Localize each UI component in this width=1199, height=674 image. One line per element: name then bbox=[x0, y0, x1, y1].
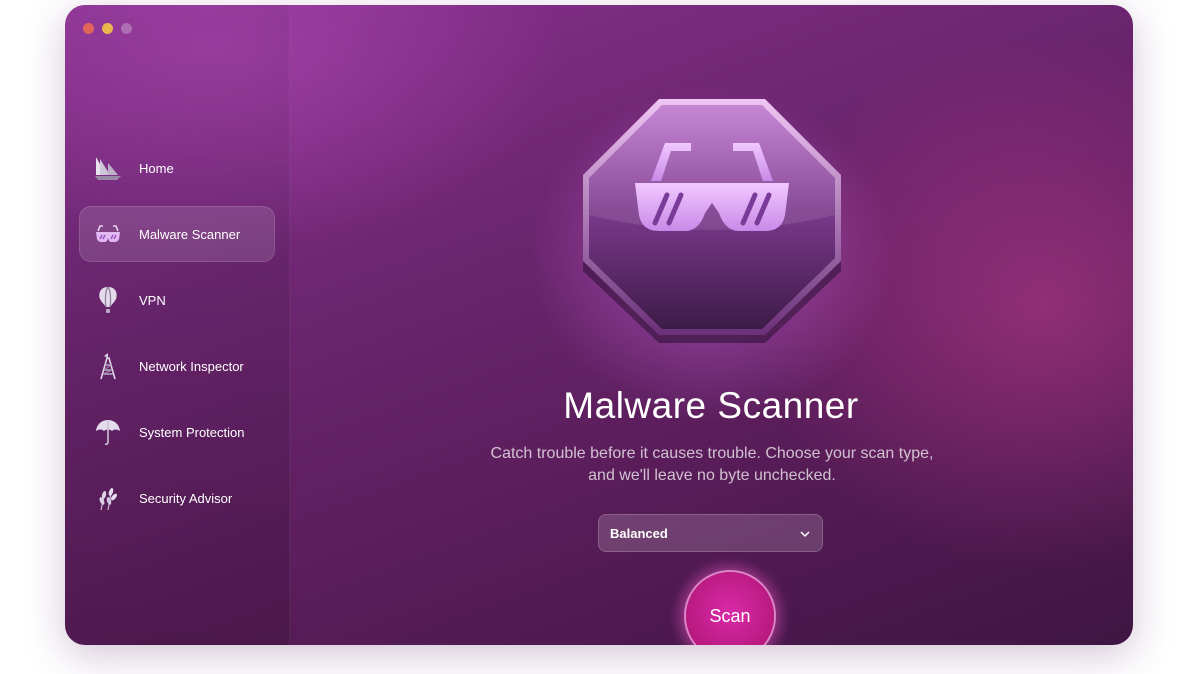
sidebar-item-system-protection[interactable]: System Protection bbox=[79, 404, 275, 460]
sidebar-item-label: VPN bbox=[139, 292, 166, 308]
sidebar-item-network-inspector[interactable]: Network Inspector bbox=[79, 338, 275, 394]
subtitle-line-2: and we'll leave no byte unchecked. bbox=[588, 467, 836, 484]
scan-type-dropdown[interactable]: Balanced bbox=[598, 514, 823, 552]
balloon-icon bbox=[93, 285, 123, 315]
subtitle-line-1: Catch trouble before it causes trouble. … bbox=[490, 445, 934, 462]
sidebar-item-vpn[interactable]: VPN bbox=[79, 272, 275, 328]
sunglasses-badge-icon bbox=[583, 99, 841, 343]
network-tower-icon bbox=[93, 351, 123, 381]
sidebar-item-malware-scanner[interactable]: Malware Scanner bbox=[79, 206, 275, 262]
sidebar-item-label: Security Advisor bbox=[139, 490, 233, 506]
scan-type-selected: Balanced bbox=[610, 525, 668, 541]
sidebar-item-security-advisor[interactable]: Security Advisor bbox=[79, 470, 275, 526]
page-title: Malware Scanner bbox=[563, 385, 859, 426]
wheat-icon bbox=[93, 483, 123, 513]
sidebar-item-home[interactable]: Home bbox=[79, 140, 275, 196]
sunglasses-icon bbox=[93, 219, 123, 249]
home-sails-icon bbox=[93, 153, 123, 183]
umbrella-icon bbox=[93, 417, 123, 447]
sidebar-item-label: Malware Scanner bbox=[139, 226, 241, 242]
app-window: Home Malware Scanner VPN Network Inspect… bbox=[65, 5, 1133, 645]
chevron-down-icon bbox=[799, 526, 811, 541]
sidebar: Home Malware Scanner VPN Network Inspect… bbox=[65, 5, 290, 645]
sidebar-item-label: System Protection bbox=[139, 424, 245, 440]
sidebar-item-label: Home bbox=[139, 160, 174, 176]
sidebar-item-label: Network Inspector bbox=[139, 358, 244, 374]
page-subtitle: Catch trouble before it causes trouble. … bbox=[439, 443, 985, 487]
